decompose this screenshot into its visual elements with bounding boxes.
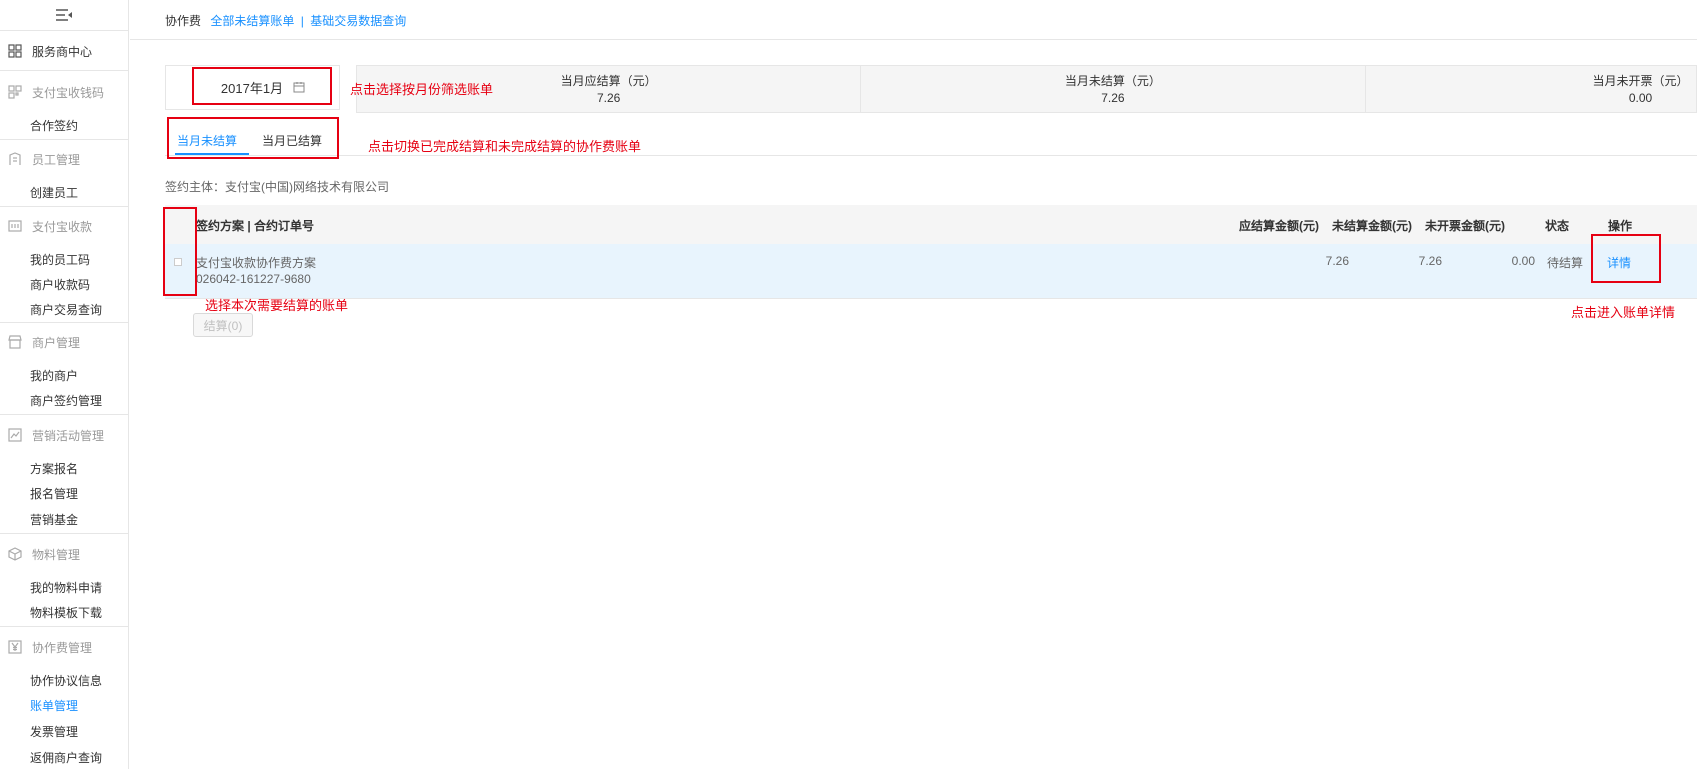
sidebar-group-alipay-receipt[interactable]: 支付宝收款	[0, 212, 129, 240]
summary-label: 当月未开票（元）	[1592, 74, 1689, 88]
table-header: 签约方案 | 合约订单号 应结算金额(元) 未结算金额(元) 未开票金额(元) …	[165, 205, 1697, 244]
summary-value: 7.26	[1101, 91, 1125, 105]
breadcrumb-title: 协作费	[165, 14, 202, 28]
divider	[0, 206, 129, 207]
sidebar-item-rebate-merchant-query[interactable]: 返佣商户查询	[30, 750, 102, 766]
sidebar-item-label: 服务商中心	[32, 44, 93, 59]
summary-bar: 当月应结算（元） 7.26 当月未结算（元） 7.26 当月未开票（元） 0.0…	[356, 65, 1697, 113]
store-icon	[8, 335, 22, 349]
staff-icon	[8, 152, 22, 166]
row-unsettled: 7.26	[1418, 254, 1442, 268]
receipt-icon	[8, 219, 22, 233]
header-uninvoiced: 未开票金额(元)	[1425, 219, 1505, 233]
row-status: 待结算	[1547, 256, 1584, 270]
breadcrumb-separator: |	[300, 14, 304, 28]
top-bar: 协作费 全部未结算账单 | 基础交易数据查询	[130, 0, 1697, 40]
contract-entity: 签约主体：支付宝(中国)网络技术有限公司	[165, 180, 389, 194]
settle-button[interactable]: 结算(0)	[193, 313, 253, 337]
sidebar-group-staff[interactable]: 员工管理	[0, 145, 129, 173]
sidebar-group-label: 协作费管理	[32, 640, 93, 655]
sidebar-item-create-staff[interactable]: 创建员工	[30, 185, 78, 201]
sidebar-item-bill-manage[interactable]: 账单管理	[30, 698, 78, 714]
sidebar-group-alipay-qr[interactable]: 支付宝收钱码	[0, 78, 129, 106]
link-basic-trade-query[interactable]: 基础交易数据查询	[310, 14, 406, 28]
link-all-unsettled-bills[interactable]: 全部未结算账单	[210, 14, 294, 28]
annotation-tabs: 点击切换已完成结算和未完成结算的协作费账单	[368, 139, 642, 154]
table-row: 支付宝收款协作费方案 026042-161227-9680 7.26 7.26 …	[165, 244, 1697, 299]
header-status: 状态	[1545, 219, 1570, 233]
divider	[0, 322, 129, 323]
annotation-detail: 点击进入账单详情	[1571, 305, 1676, 320]
sidebar-group-material[interactable]: 物料管理	[0, 540, 129, 568]
annotation-box-month	[192, 67, 332, 105]
divider	[0, 626, 129, 627]
grid-icon	[8, 44, 22, 58]
sidebar-item-marketing-fund[interactable]: 营销基金	[30, 512, 78, 528]
sidebar-group-merchant[interactable]: 商户管理	[0, 328, 129, 356]
header-plan: 签约方案 | 合约订单号	[196, 219, 315, 233]
row-uninvoiced: 0.00	[1511, 254, 1535, 268]
divider	[0, 70, 129, 71]
divider	[0, 139, 129, 140]
annotation-month: 点击选择按月份筛选账单	[350, 82, 494, 97]
sidebar-group-label: 商户管理	[32, 335, 81, 350]
header-due: 应结算金额(元)	[1239, 219, 1319, 233]
sidebar-group-label: 支付宝收钱码	[32, 85, 105, 100]
sidebar: 服务商中心 支付宝收钱码 合作签约 员工管理 创建员工 支付宝收款 我的员工码 …	[0, 0, 129, 769]
chart-icon	[8, 428, 22, 442]
summary-label: 当月未结算（元）	[1064, 74, 1161, 88]
sidebar-group-label: 营销活动管理	[32, 428, 105, 443]
summary-uninvoiced: 当月未开票（元） 0.00	[1366, 66, 1697, 112]
sidebar-item-my-material-request[interactable]: 我的物料申请	[30, 580, 102, 596]
menu-collapse-icon	[56, 9, 72, 21]
box-icon	[8, 547, 22, 561]
divider	[0, 414, 129, 415]
summary-value: 0.00	[1628, 91, 1653, 105]
sidebar-item-signup-manage[interactable]: 报名管理	[30, 486, 78, 502]
sidebar-group-label: 员工管理	[32, 152, 81, 167]
sidebar-item-merchant-sign-manage[interactable]: 商户签约管理	[30, 393, 102, 409]
row-due: 7.26	[1325, 254, 1349, 268]
summary-unsettled: 当月未结算（元） 7.26	[861, 66, 1366, 112]
yen-icon	[8, 640, 22, 654]
annotation-box-tabs	[167, 117, 339, 159]
sidebar-item-my-merchants[interactable]: 我的商户	[30, 368, 78, 384]
sidebar-group-label: 物料管理	[32, 547, 81, 562]
tabs-divider	[165, 155, 1697, 156]
sidebar-item-cooperation-agreement[interactable]: 协作协议信息	[30, 673, 102, 689]
sidebar-item-merchant-trade-query[interactable]: 商户交易查询	[30, 302, 102, 318]
sidebar-group-marketing[interactable]: 营销活动管理	[0, 421, 129, 449]
breadcrumb: 协作费 全部未结算账单 | 基础交易数据查询	[165, 12, 406, 29]
sidebar-item-service-center[interactable]: 服务商中心	[0, 37, 129, 65]
sidebar-item-invoice-manage[interactable]: 发票管理	[30, 724, 78, 740]
sidebar-group-label: 支付宝收款	[32, 219, 93, 234]
header-unsettled: 未结算金额(元)	[1332, 219, 1412, 233]
annotation-checkbox: 选择本次需要结算的账单	[205, 298, 349, 313]
annotation-box-checkbox	[163, 207, 197, 296]
annotation-box-detail	[1591, 234, 1661, 283]
sidebar-item-my-staff-code[interactable]: 我的员工码	[30, 252, 90, 268]
sidebar-item-plan-signup[interactable]: 方案报名	[30, 461, 78, 477]
sidebar-group-cooperation-fee[interactable]: 协作费管理	[0, 633, 129, 661]
qr-icon	[8, 85, 22, 99]
sidebar-item-cooperation-sign[interactable]: 合作签约	[30, 118, 78, 134]
row-plan: 支付宝收款协作费方案	[196, 256, 317, 270]
row-order-number: 026042-161227-9680	[196, 272, 311, 286]
sidebar-item-material-template-download[interactable]: 物料模板下载	[30, 605, 102, 621]
menu-toggle-button[interactable]	[0, 0, 128, 31]
divider	[0, 533, 129, 534]
header-action: 操作	[1608, 219, 1633, 233]
sidebar-item-merchant-code[interactable]: 商户收款码	[30, 277, 90, 293]
